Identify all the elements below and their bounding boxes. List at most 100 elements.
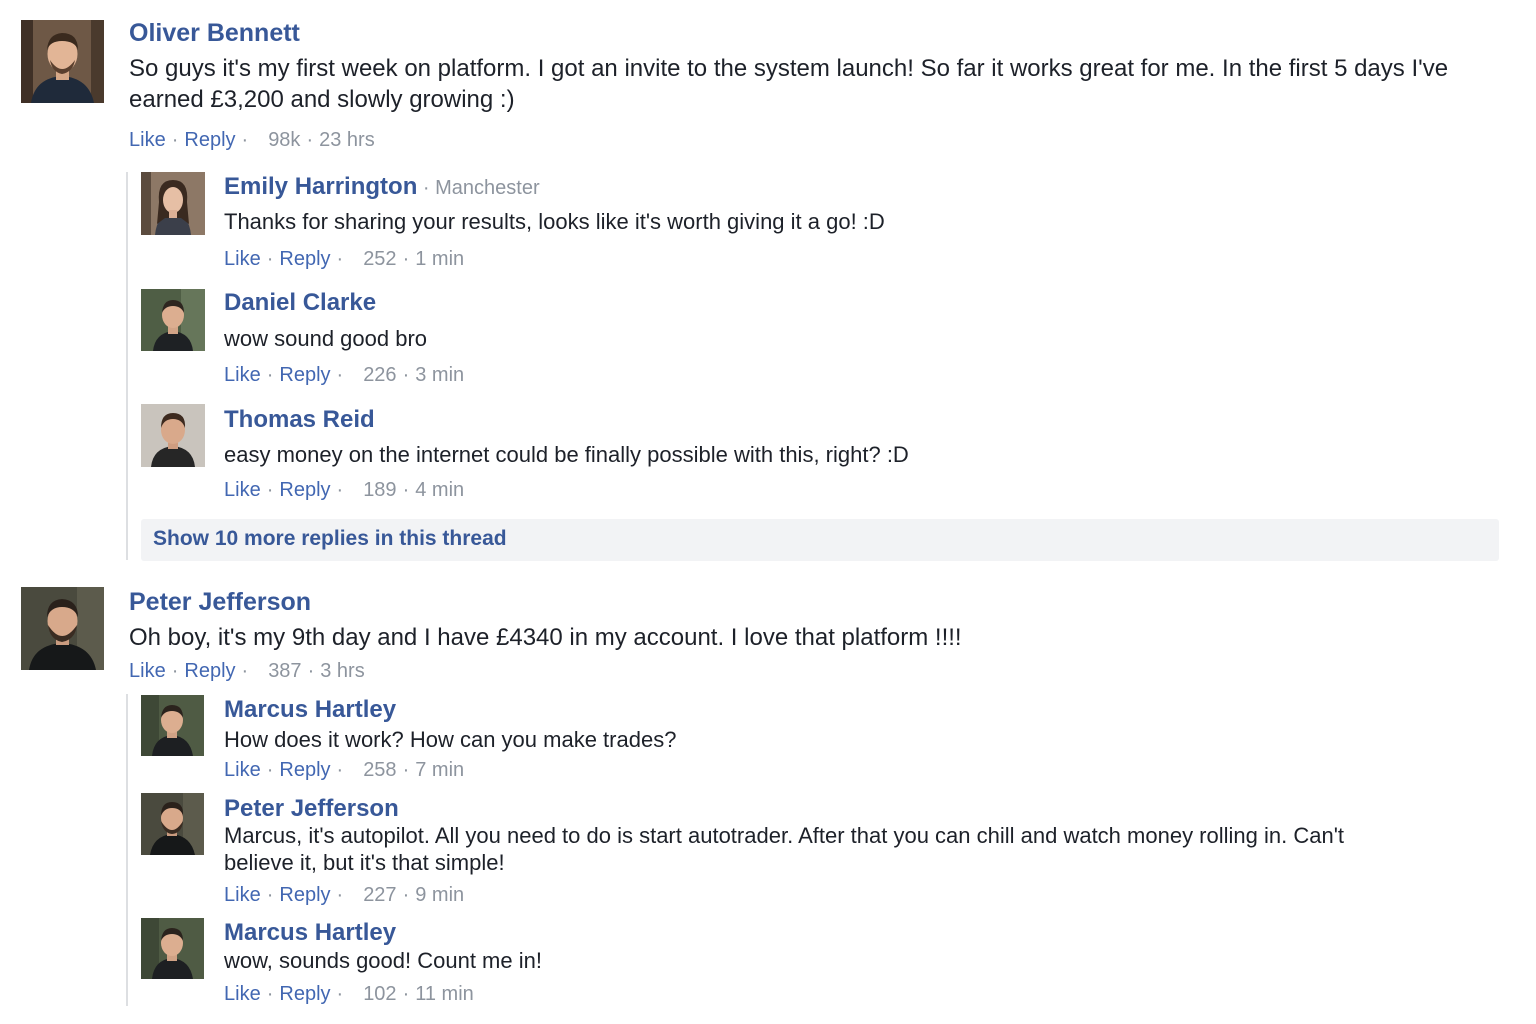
avatar[interactable]: [141, 404, 205, 467]
location-separator: ·: [417, 177, 436, 199]
separator-dot: ·: [241, 660, 249, 682]
separator-dot: ·: [171, 660, 179, 682]
reply-link[interactable]: Reply: [279, 479, 330, 501]
reply-actions: Like · Reply · 252 · 1 min: [224, 248, 464, 271]
person-photo-icon: [21, 587, 104, 670]
separator-dot: ·: [402, 364, 410, 386]
avatar[interactable]: [141, 289, 205, 351]
person-photo-icon: [141, 695, 204, 756]
reply-text: wow sound good bro: [224, 326, 428, 351]
separator-dot: ·: [402, 759, 410, 781]
timestamp: 4 min: [415, 479, 465, 501]
separator-dot: ·: [266, 364, 274, 386]
separator-dot: ·: [336, 759, 344, 781]
comment-text: Oh boy, it's my 9th day and I have £4340…: [129, 624, 962, 651]
separator-dot: ·: [402, 479, 410, 501]
reply-author-name[interactable]: Peter Jefferson: [224, 795, 399, 823]
separator-dot: ·: [266, 983, 274, 1005]
timestamp: 23 hrs: [319, 129, 375, 151]
reply-link[interactable]: Reply: [184, 129, 235, 151]
like-link[interactable]: Like: [224, 884, 261, 906]
like-count: 252: [363, 248, 397, 270]
person-photo-icon: [141, 918, 204, 979]
reply-actions: Like · Reply · 102 · 11 min: [224, 983, 474, 1006]
like-count: 98k: [268, 129, 301, 151]
like-link[interactable]: Like: [224, 248, 261, 270]
timestamp: 3 hrs: [320, 660, 365, 682]
author-location: Manchester: [435, 177, 540, 199]
separator-dot: ·: [402, 983, 410, 1005]
reply-author-name[interactable]: Daniel Clarke: [224, 289, 376, 317]
timestamp: 1 min: [415, 248, 465, 270]
reply-text: Marcus, it's autopilot. All you need to …: [224, 823, 1345, 875]
like-link[interactable]: Like: [224, 364, 261, 386]
reply-author-name: Emily Harrington · Manchester: [224, 173, 540, 201]
like-count: 189: [363, 479, 397, 501]
separator-dot: ·: [402, 884, 410, 906]
avatar[interactable]: [21, 20, 104, 103]
reply-text: wow, sounds good! Count me in!: [224, 948, 542, 973]
like-count: 387: [268, 660, 302, 682]
reply-actions: Like · Reply · 227 · 9 min: [224, 884, 464, 907]
comment-text: So guys it's my first week on platform. …: [129, 55, 1449, 113]
timestamp: 7 min: [415, 759, 465, 781]
timestamp: 11 min: [415, 983, 474, 1005]
comment-author-name[interactable]: Oliver Bennett: [129, 19, 300, 48]
thread-line: [126, 172, 128, 560]
reply-link[interactable]: Reply: [279, 983, 330, 1005]
avatar[interactable]: [141, 918, 204, 979]
separator-dot: ·: [336, 479, 344, 501]
comment-actions: Like · Reply · 387 · 3 hrs: [129, 660, 365, 683]
reply-link[interactable]: Reply: [279, 364, 330, 386]
comment-actions: Like · Reply · 98k · 23 hrs: [129, 129, 375, 152]
separator-dot: ·: [402, 248, 410, 270]
like-count: 102: [363, 983, 397, 1005]
reply-actions: Like · Reply · 258 · 7 min: [224, 759, 464, 782]
like-link[interactable]: Like: [224, 983, 261, 1005]
reply-link[interactable]: Reply: [184, 660, 235, 682]
like-link[interactable]: Like: [129, 660, 166, 682]
avatar[interactable]: [141, 793, 204, 855]
separator-dot: ·: [336, 983, 344, 1005]
avatar[interactable]: [141, 695, 204, 756]
reply-author-name[interactable]: Marcus Hartley: [224, 696, 396, 724]
timestamp: 3 min: [415, 364, 465, 386]
separator-dot: ·: [266, 884, 274, 906]
separator-dot: ·: [171, 129, 179, 151]
reply-link[interactable]: Reply: [279, 884, 330, 906]
reply-link[interactable]: Reply: [279, 248, 330, 270]
comment-author-name[interactable]: Peter Jefferson: [129, 588, 311, 617]
reply-text: easy money on the internet could be fina…: [224, 442, 909, 467]
reply-text: Thanks for sharing your results, looks l…: [224, 209, 885, 234]
person-photo-icon: [21, 20, 104, 103]
reply-actions: Like · Reply · 226 · 3 min: [224, 364, 464, 387]
separator-dot: ·: [306, 129, 314, 151]
timestamp: 9 min: [415, 884, 465, 906]
separator-dot: ·: [336, 884, 344, 906]
reply-author-name[interactable]: Thomas Reid: [224, 406, 375, 434]
like-link[interactable]: Like: [224, 759, 261, 781]
separator-dot: ·: [266, 759, 274, 781]
show-more-replies-button[interactable]: Show 10 more replies in this thread: [141, 519, 1499, 561]
like-link[interactable]: Like: [224, 479, 261, 501]
like-link[interactable]: Like: [129, 129, 166, 151]
reply-text: How does it work? How can you make trade…: [224, 727, 677, 752]
person-photo-icon: [141, 793, 204, 855]
reply-link[interactable]: Reply: [279, 759, 330, 781]
like-count: 227: [363, 884, 397, 906]
person-photo-icon: [141, 289, 205, 351]
show-more-label: Show 10 more replies in this thread: [153, 527, 507, 550]
separator-dot: ·: [336, 248, 344, 270]
person-photo-icon: [141, 172, 205, 235]
reply-actions: Like · Reply · 189 · 4 min: [224, 479, 464, 502]
like-count: 258: [363, 759, 397, 781]
like-count: 226: [363, 364, 397, 386]
reply-author-name[interactable]: Marcus Hartley: [224, 919, 396, 947]
separator-dot: ·: [336, 364, 344, 386]
author-link[interactable]: Emily Harrington: [224, 173, 417, 200]
separator-dot: ·: [307, 660, 315, 682]
avatar[interactable]: [141, 172, 205, 235]
avatar[interactable]: [21, 587, 104, 670]
person-photo-icon: [141, 404, 205, 467]
thread-line: [126, 694, 128, 1006]
